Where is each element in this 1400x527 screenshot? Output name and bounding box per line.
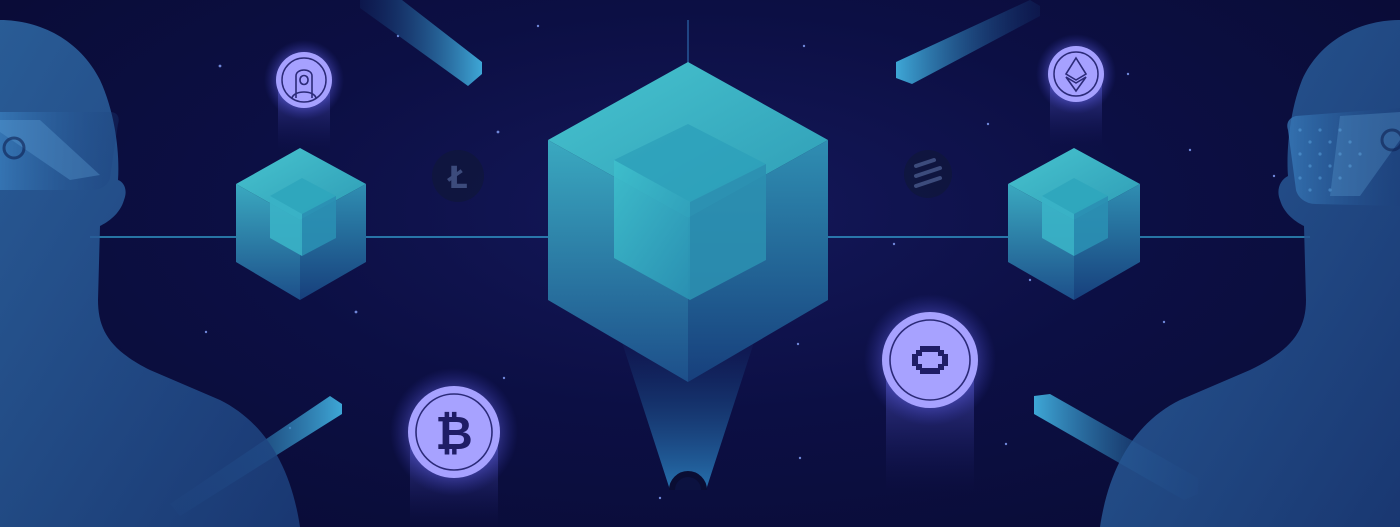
left-figure bbox=[0, 20, 300, 527]
illustration-canvas: Ł ₿ bbox=[0, 0, 1400, 527]
litecoin-icon: Ł bbox=[432, 150, 484, 202]
crypto-illustration: Ł ₿ bbox=[0, 0, 1400, 527]
octagon-token-icon bbox=[864, 294, 996, 492]
right-figure bbox=[1100, 20, 1400, 527]
svg-text:Ł: Ł bbox=[446, 161, 467, 196]
ethereum-icon bbox=[1036, 34, 1116, 146]
bitcoin-icon: ₿ bbox=[390, 368, 518, 527]
stripes-token-icon bbox=[904, 150, 952, 198]
right-cube-icon bbox=[1008, 148, 1140, 300]
portrait-token-icon bbox=[264, 40, 344, 150]
center-cube-icon bbox=[548, 62, 828, 382]
svg-text:₿: ₿ bbox=[435, 406, 473, 460]
left-cube-icon bbox=[236, 148, 366, 300]
